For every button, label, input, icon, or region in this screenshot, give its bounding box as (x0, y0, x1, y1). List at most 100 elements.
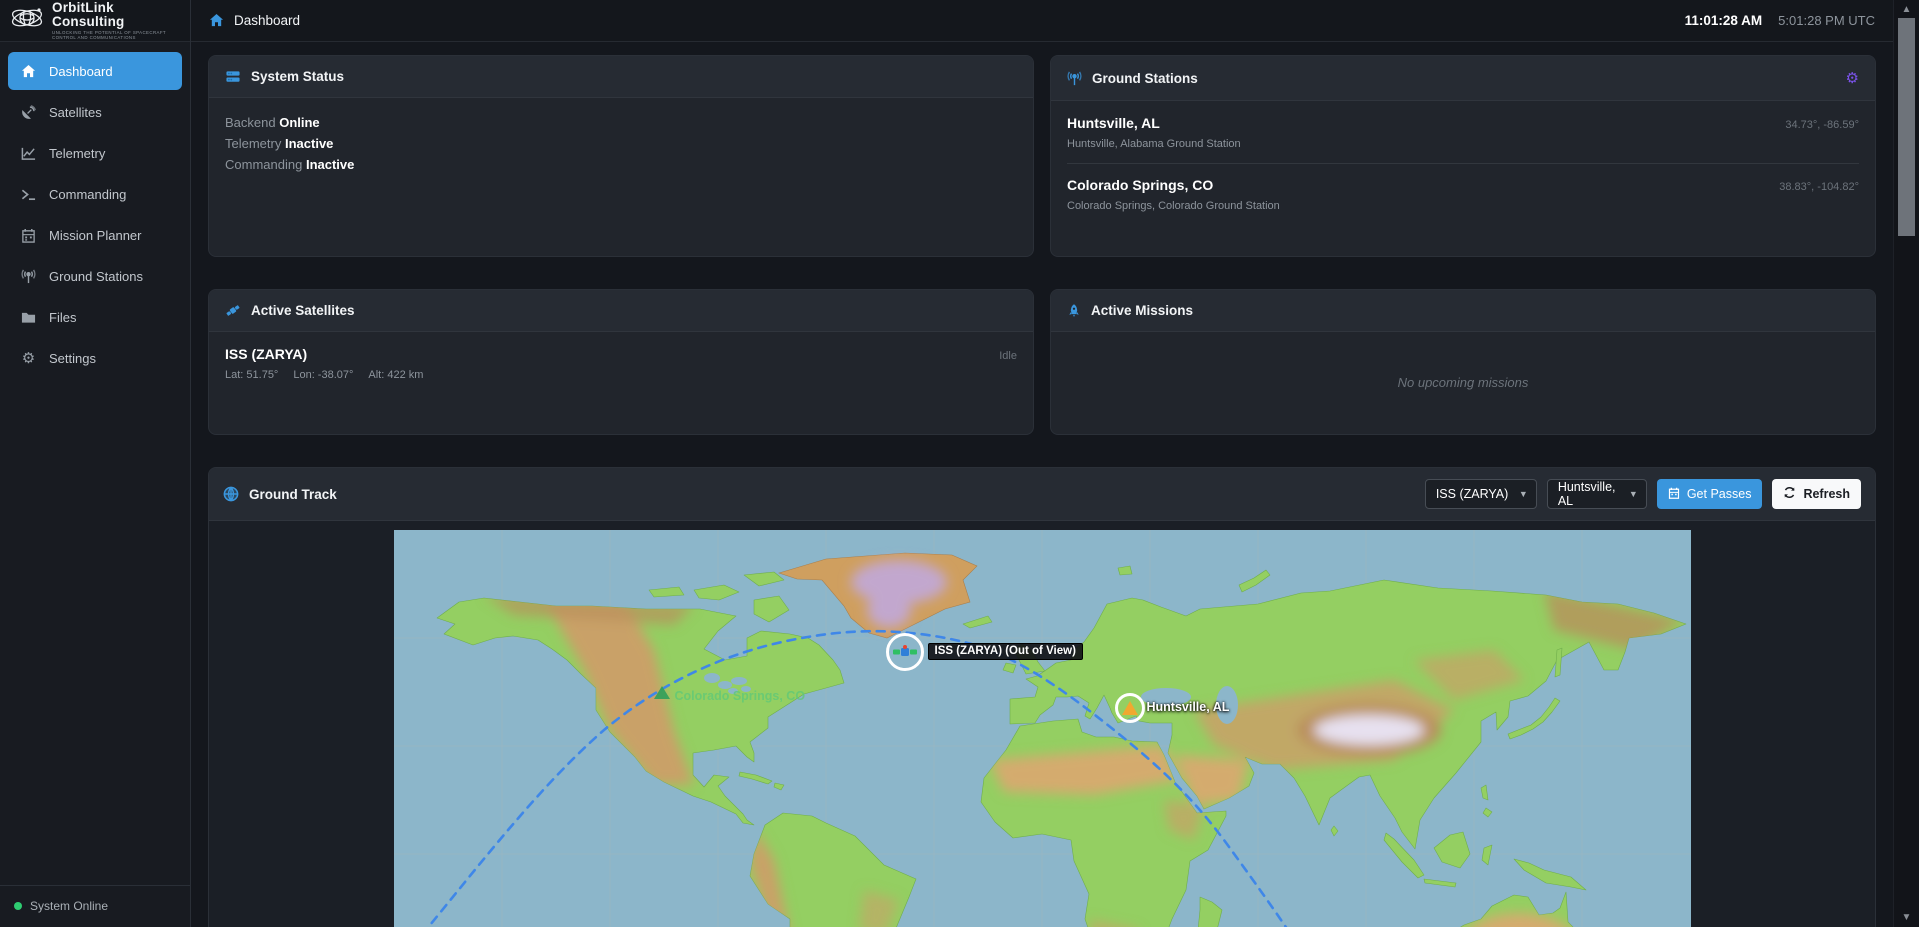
satellite-lat: Lat: 51.75° (225, 369, 278, 381)
sidebar-item-ground-stations[interactable]: Ground Stations (8, 257, 182, 295)
sidebar-item-label: Settings (49, 351, 96, 366)
colorado-springs-marker[interactable] (654, 686, 670, 699)
sidebar-item-label: Mission Planner (49, 228, 142, 243)
rocket-icon (1067, 303, 1081, 318)
empty-missions-text: No upcoming missions (1398, 375, 1529, 390)
satellite-row[interactable]: ISS (ZARYA) Idle Lat: 51.75° Lon: -38.07… (225, 346, 1017, 381)
scroll-up-icon[interactable]: ▲ (1894, 4, 1919, 15)
system-status-indicator: System Online (0, 886, 190, 927)
station-row[interactable]: Huntsville, AL 34.73°, -86.59° Huntsvill… (1067, 115, 1859, 150)
brand-tagline: UNLOCKING THE POTENTIAL OF SPACECRAFT CO… (52, 31, 180, 40)
status-row: Commanding Inactive (225, 155, 1017, 176)
ground-track-map[interactable]: Colorado Springs, CO Huntsville, AL (394, 530, 1691, 927)
iss-marker[interactable] (886, 633, 924, 671)
chevron-down-icon: ▼ (1629, 489, 1638, 499)
iss-label: ISS (ZARYA) (Out of View) (928, 643, 1083, 660)
satellite-icon (893, 645, 917, 659)
orbitlink-logo-icon (10, 3, 44, 38)
local-time: 11:01:28 AM (1685, 13, 1763, 28)
world-map-image (394, 530, 1691, 927)
online-dot-icon (14, 902, 22, 910)
satellite-lon: Lon: -38.07° (293, 369, 353, 381)
active-satellites-card: Active Satellites ISS (ZARYA) Idle Lat: … (208, 289, 1034, 435)
sidebar-item-label: Satellites (49, 105, 102, 120)
home-icon (209, 13, 224, 28)
station-description: Huntsville, Alabama Ground Station (1067, 138, 1859, 150)
vertical-scrollbar[interactable]: ▲ ▼ (1893, 0, 1919, 927)
gear-icon[interactable]: ⚙ (1846, 69, 1859, 87)
chevron-down-icon: ▼ (1519, 489, 1528, 499)
sidebar-footer: System Online (0, 885, 190, 927)
station-select[interactable]: Huntsville, AL ▼ (1547, 479, 1647, 509)
gear-icon: ⚙ (20, 351, 37, 366)
status-row: Telemetry Inactive (225, 134, 1017, 155)
satellite-select-value: ISS (ZARYA) (1436, 487, 1508, 501)
card-title: Active Satellites (251, 303, 355, 318)
system-status-card: System Status Backend Online Telemetry I… (208, 55, 1034, 257)
satellite-alt: Alt: 422 km (368, 369, 423, 381)
station-description: Colorado Springs, Colorado Ground Statio… (1067, 200, 1859, 212)
antenna-icon (20, 269, 37, 284)
terminal-icon (20, 187, 37, 202)
card-title: Active Missions (1091, 303, 1193, 318)
station-coords: 34.73°, -86.59° (1785, 119, 1859, 131)
panel-title: Ground Track (249, 487, 337, 502)
refresh-button[interactable]: Refresh (1772, 479, 1861, 509)
card-title: System Status (251, 69, 344, 84)
globe-icon (223, 486, 239, 502)
sidebar-item-label: Ground Stations (49, 269, 143, 284)
orbitlink-dashboard: OrbitLink Consulting UNLOCKING THE POTEN… (0, 0, 1919, 927)
main-content: System Status Backend Online Telemetry I… (191, 42, 1893, 927)
huntsville-label: Huntsville, AL (1147, 700, 1230, 714)
status-value: Inactive (306, 157, 354, 172)
sidebar: OrbitLink Consulting UNLOCKING THE POTEN… (0, 0, 191, 927)
satellite-select[interactable]: ISS (ZARYA) ▼ (1425, 479, 1537, 509)
sidebar-item-label: Dashboard (49, 64, 113, 79)
colorado-springs-label: Colorado Springs, CO (675, 689, 806, 703)
sidebar-nav: Dashboard Satellites Telemetry Commandin… (0, 42, 190, 390)
satellite-name: ISS (ZARYA) (225, 346, 307, 362)
clock-group: 11:01:28 AM 5:01:28 PM UTC (1685, 13, 1875, 28)
antenna-icon (1067, 71, 1082, 86)
sidebar-item-satellites[interactable]: Satellites (8, 93, 182, 131)
status-row: Backend Online (225, 113, 1017, 134)
refresh-icon (1783, 486, 1796, 502)
active-missions-card: Active Missions No upcoming missions (1050, 289, 1876, 435)
brand-name: OrbitLink Consulting (52, 1, 180, 29)
scroll-down-icon[interactable]: ▼ (1894, 912, 1919, 923)
breadcrumb: Dashboard (209, 13, 300, 28)
satellite-icon (225, 303, 241, 318)
ground-track-panel: Ground Track ISS (ZARYA) ▼ Huntsville, A… (208, 467, 1876, 927)
get-passes-button[interactable]: Get Passes (1657, 479, 1763, 509)
ground-stations-card: Ground Stations ⚙ Huntsville, AL 34.73°,… (1050, 55, 1876, 257)
page-title: Dashboard (234, 13, 300, 28)
divider (1067, 163, 1859, 164)
station-name: Huntsville, AL (1067, 115, 1160, 131)
sidebar-item-dashboard[interactable]: Dashboard (8, 52, 182, 90)
status-value: Inactive (285, 136, 333, 151)
station-select-value: Huntsville, AL (1558, 480, 1620, 508)
sidebar-item-files[interactable]: Files (8, 298, 182, 336)
brand: OrbitLink Consulting UNLOCKING THE POTEN… (0, 0, 190, 42)
sidebar-item-telemetry[interactable]: Telemetry (8, 134, 182, 172)
sidebar-item-settings[interactable]: ⚙ Settings (8, 339, 182, 377)
topbar: Dashboard 11:01:28 AM 5:01:28 PM UTC (191, 0, 1893, 42)
station-coords: 38.83°, -104.82° (1779, 181, 1859, 193)
station-row[interactable]: Colorado Springs, CO 38.83°, -104.82° Co… (1067, 177, 1859, 212)
folder-icon (20, 310, 37, 325)
satellite-dish-icon (20, 105, 37, 120)
sidebar-item-mission-planner[interactable]: Mission Planner (8, 216, 182, 254)
calendar-icon (1668, 487, 1680, 502)
chart-line-icon (20, 146, 37, 161)
station-name: Colorado Springs, CO (1067, 177, 1213, 193)
system-online-label: System Online (30, 899, 108, 913)
sidebar-item-commanding[interactable]: Commanding (8, 175, 182, 213)
sidebar-item-label: Telemetry (49, 146, 105, 161)
status-value: Online (279, 115, 319, 130)
server-icon (225, 69, 241, 84)
satellite-status-badge: Idle (999, 350, 1017, 362)
station-triangle-icon (1122, 701, 1138, 715)
utc-time: 5:01:28 PM UTC (1778, 13, 1875, 28)
scrollbar-thumb[interactable] (1898, 18, 1915, 236)
huntsville-marker[interactable] (1115, 693, 1145, 723)
